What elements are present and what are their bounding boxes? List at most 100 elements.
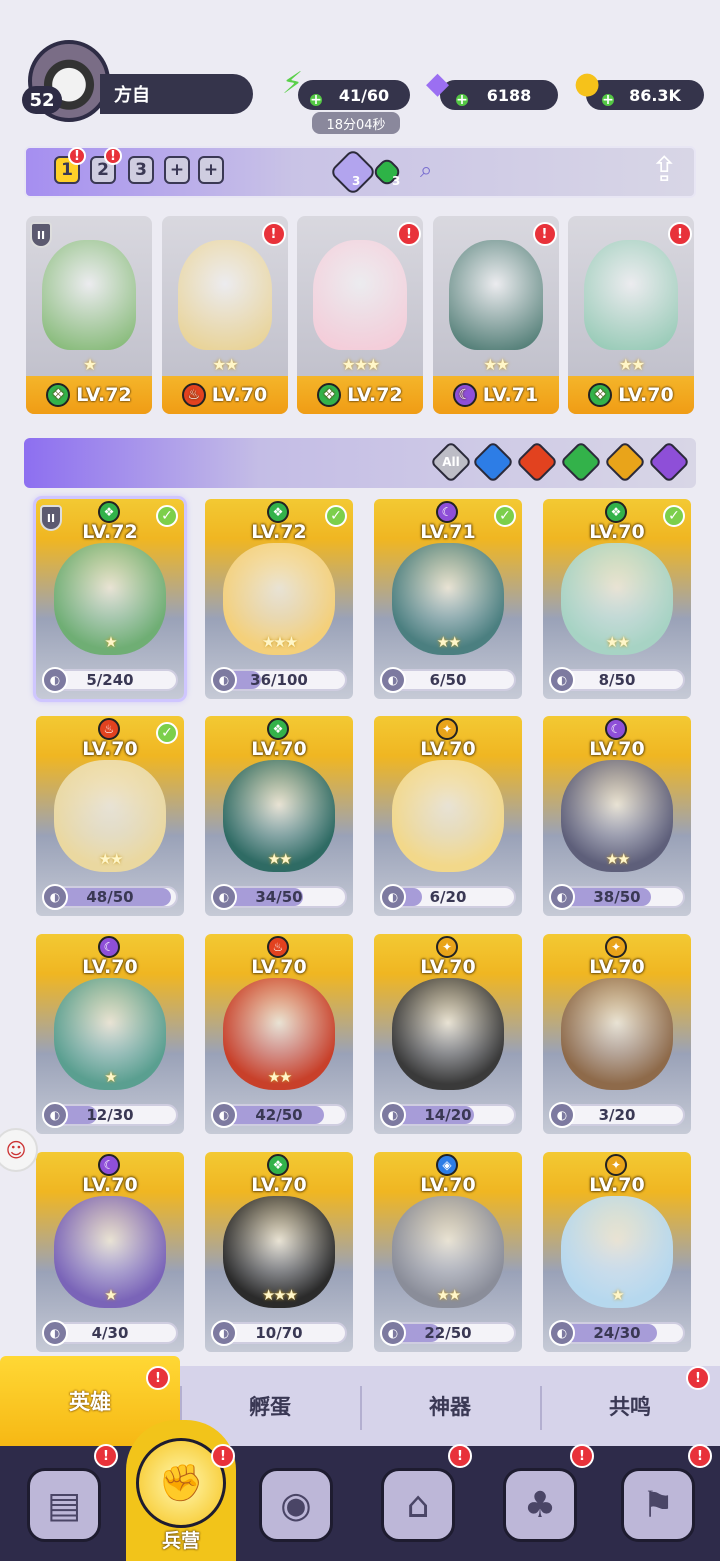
mushroom-icon: ♣: [503, 1468, 577, 1542]
light-element-icon: ✦: [436, 718, 458, 740]
hero-stars: ★★: [436, 1286, 462, 1304]
fragment-progress-bar: 22/50 ◐: [380, 1320, 516, 1346]
fragment-icon: ◐: [211, 667, 237, 693]
fragment-progress-bar: 12/30 ◐: [42, 1102, 178, 1128]
dark-element-icon: ☾: [436, 501, 458, 523]
fragment-icon: ◐: [211, 1320, 237, 1346]
team-hero-card[interactable]: ★ ❖ LV.72 II: [26, 216, 152, 414]
fragment-progress-bar: 48/50 ◐: [42, 884, 178, 910]
fragment-icon: ◐: [380, 1320, 406, 1346]
team-hero-card[interactable]: ★★ ❖ LV.70: [568, 216, 694, 414]
nav-alert-badge: !: [688, 1444, 712, 1468]
fragment-icon: ◐: [380, 667, 406, 693]
hero-stars: ★: [82, 355, 97, 374]
hero-card[interactable]: ☾ LV.70 ★ 12/30 ◐: [36, 934, 184, 1134]
hero-card[interactable]: ✦ LV.70 6/20 ◐: [374, 716, 522, 916]
nav-item-map[interactable]: ◉: [240, 1450, 352, 1560]
hero-level: LV.70: [589, 738, 645, 760]
nav-label-barracks: 兵营: [161, 1530, 200, 1552]
hero-level: LV.70: [251, 956, 307, 978]
hero-card[interactable]: ❖ LV.70 ★★★ 10/70 ◐: [205, 1152, 353, 1352]
hero-card[interactable]: ❖ LV.70 ✓ ★★ 8/50 ◐: [543, 499, 691, 699]
sub-tab-alert-badge: !: [146, 1366, 170, 1390]
team-tab-4[interactable]: +: [164, 156, 190, 184]
energy-plus-icon[interactable]: +: [308, 92, 324, 108]
fragment-icon: ◐: [42, 667, 68, 693]
hero-card[interactable]: ♨ LV.70 ★★ 42/50 ◐: [205, 934, 353, 1134]
hero-card[interactable]: ❖ LV.70 ★★ 34/50 ◐: [205, 716, 353, 916]
fragment-icon: ◐: [380, 1102, 406, 1128]
player-level-badge: 52: [22, 86, 62, 114]
team-hero-level-bar: ☾ LV.71: [432, 376, 559, 414]
fragment-progress-bar: 38/50 ◐: [549, 884, 685, 910]
hero-stars: ★★: [605, 850, 631, 868]
hero-level: LV.70: [420, 1174, 476, 1196]
hero-card[interactable]: ✦ LV.70 3/20 ◐: [543, 934, 691, 1134]
hero-level: LV.70: [589, 1174, 645, 1196]
hero-level: LV.70: [589, 956, 645, 978]
castle-icon: ⌂: [381, 1468, 455, 1542]
tab-divider: [540, 1386, 542, 1430]
hero-stars: ★★: [267, 1068, 293, 1086]
hero-portrait: [448, 240, 543, 350]
deployed-check-icon: ✓: [494, 505, 516, 527]
diamond-icon: ◆: [426, 66, 450, 101]
sub-tab-alert-badge: !: [686, 1366, 710, 1390]
hero-stars: ★★★: [341, 355, 380, 374]
share-icon[interactable]: ⇪: [650, 150, 679, 190]
team-tab-3[interactable]: 3: [128, 156, 154, 184]
dark-element-icon: ☾: [452, 383, 477, 407]
hero-level: LV.70: [251, 738, 307, 760]
team-gem-count-1: 3: [352, 174, 361, 188]
team-hero-card[interactable]: ★★ ♨ LV.70: [161, 216, 288, 414]
team-tab-5[interactable]: +: [198, 156, 224, 184]
deployed-check-icon: ✓: [663, 505, 685, 527]
fragment-progress-bar: 24/30 ◐: [549, 1320, 685, 1346]
fragment-progress-bar: 34/50 ◐: [211, 884, 347, 910]
hero-card[interactable]: ☾ LV.70 ★ 4/30 ◐: [36, 1152, 184, 1352]
team-tab-alert-badge: !: [68, 147, 86, 165]
fragment-icon: ◐: [549, 1320, 575, 1346]
hero-stars: ★★★: [261, 1286, 298, 1304]
gems-plus-icon[interactable]: +: [454, 92, 470, 108]
fragment-progress-bar: 5/240 ◐: [42, 667, 178, 693]
hero-portrait: [42, 240, 136, 350]
light-element-icon: ✦: [605, 1154, 627, 1176]
hero-stars: ★: [104, 633, 117, 651]
hero-level: LV.70: [420, 956, 476, 978]
fragment-icon: ◐: [42, 884, 68, 910]
coin-icon: ●: [574, 66, 601, 101]
hero-card[interactable]: ✦ LV.70 14/20 ◐: [374, 934, 522, 1134]
fragment-icon: ◐: [211, 884, 237, 910]
team-hero-card[interactable]: ★★ ☾ LV.71: [432, 216, 559, 414]
team-tab-alert-badge: !: [104, 147, 122, 165]
hero-card[interactable]: ♨ LV.70 ✓ ★★ 48/50 ◐: [36, 716, 184, 916]
hero-portrait: [313, 240, 407, 350]
team-hero-level-bar: ❖ LV.70: [568, 376, 694, 414]
fragment-progress-bar: 6/20 ◐: [380, 884, 516, 910]
fire-element-icon: ♨: [267, 936, 289, 958]
banner-icon: ⚑: [621, 1468, 695, 1542]
hero-card[interactable]: ✦ LV.70 ★ 24/30 ◐: [543, 1152, 691, 1352]
hero-card[interactable]: ❖ LV.72 ✓ ★★★ 36/100 ◐: [205, 499, 353, 699]
hero-stars: ★: [104, 1286, 117, 1304]
floating-helper-icon[interactable]: ☺: [0, 1128, 38, 1172]
fragment-progress-bar: 4/30 ◐: [42, 1320, 178, 1346]
deployed-check-icon: ✓: [156, 505, 178, 527]
team-hero-card[interactable]: ★★★ ❖ LV.72: [297, 216, 423, 414]
hero-portrait: [392, 978, 504, 1090]
nature-element-icon: ❖: [317, 383, 342, 407]
filter-label: All: [442, 455, 460, 469]
hero-alert-badge: !: [261, 222, 286, 246]
search-icon[interactable]: ⌕: [420, 158, 432, 183]
gold-plus-icon[interactable]: +: [600, 92, 616, 108]
hero-card[interactable]: ☾ LV.71 ✓ ★★ 6/50 ◐: [374, 499, 522, 699]
nature-element-icon: ❖: [98, 501, 120, 523]
hero-card[interactable]: ◈ LV.70 ★★ 22/50 ◐: [374, 1152, 522, 1352]
hero-card[interactable]: ☾ LV.70 ★★ 38/50 ◐: [543, 716, 691, 916]
nav-alert-badge: !: [448, 1444, 472, 1468]
fragment-progress-bar: 3/20 ◐: [549, 1102, 685, 1128]
sub-tab-3[interactable]: 神器: [360, 1366, 540, 1446]
hero-card[interactable]: ❖ LV.72 ✓ II ★ 5/240 ◐: [33, 496, 187, 702]
team-hero-level: LV.71: [482, 384, 539, 406]
